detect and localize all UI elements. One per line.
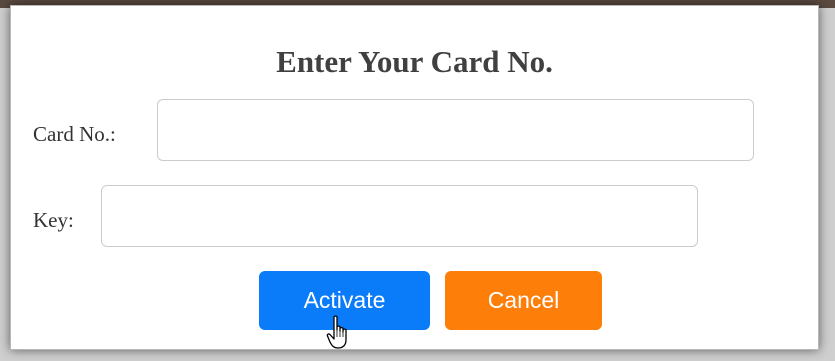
cancel-button[interactable]: Cancel	[445, 271, 602, 330]
dialog-title: Enter Your Card No.	[276, 44, 553, 79]
card-activation-dialog: Enter Your Card No. Card No.: Key: Activ…	[10, 5, 819, 350]
card-number-label: Card No.:	[33, 122, 116, 146]
card-number-input[interactable]	[157, 99, 754, 161]
screen-backdrop: Enter Your Card No. Card No.: Key: Activ…	[0, 0, 835, 361]
hand-pointer-icon	[326, 315, 347, 349]
key-input[interactable]	[101, 185, 698, 247]
key-label: Key:	[33, 208, 74, 232]
